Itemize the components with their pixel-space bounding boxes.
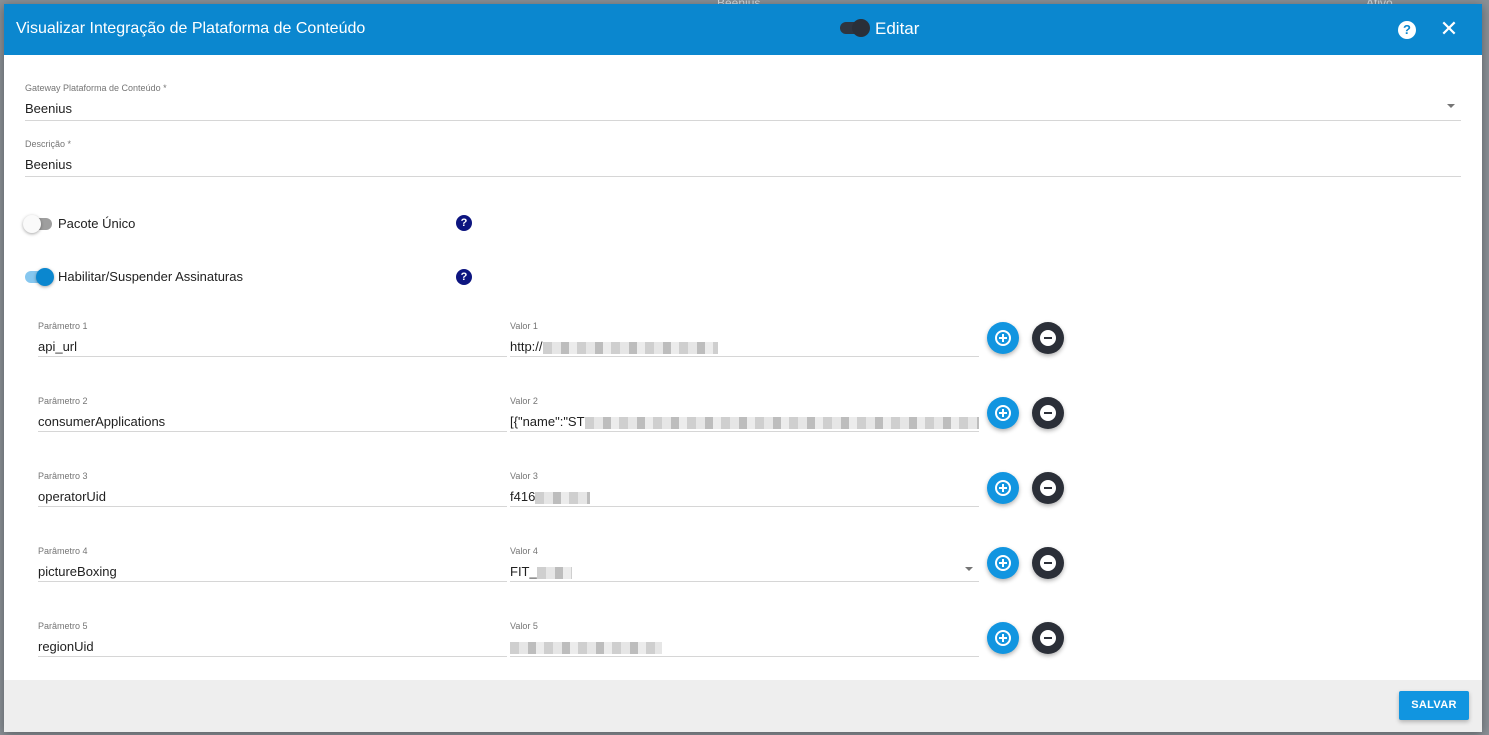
valor-2-field[interactable]: Valor 2 [{"name":"ST (510, 396, 979, 432)
habilitar-knob (36, 268, 54, 286)
add-row-4-button[interactable] (987, 547, 1019, 579)
close-icon[interactable]: ✕ (1438, 18, 1460, 40)
integration-dialog: Visualizar Integração de Plataforma de C… (4, 4, 1482, 732)
valor-3-underline (510, 506, 979, 507)
valor-3-field[interactable]: Valor 3 f416 (510, 471, 979, 507)
redacted-blur (536, 566, 572, 579)
gateway-underline (25, 120, 1461, 121)
parametro-3-value: operatorUid (38, 489, 106, 504)
descricao-label: Descrição * (25, 139, 72, 149)
parametro-2-underline (38, 431, 507, 432)
parametro-2-field[interactable]: Parâmetro 2 consumerApplications (38, 396, 507, 432)
question-circle-icon[interactable]: ? (1398, 21, 1416, 39)
valor-4-value: FIT_ (510, 564, 572, 579)
plus-circle-icon (995, 630, 1011, 646)
gateway-label: Gateway Plataforma de Conteúdo * (25, 83, 167, 93)
plus-circle-icon (995, 330, 1011, 346)
gateway-select[interactable]: Gateway Plataforma de Conteúdo * Beenius (25, 83, 1461, 121)
add-row-2-button[interactable] (987, 397, 1019, 429)
dialog-footer: SALVAR (4, 680, 1482, 732)
valor-5-underline (510, 656, 979, 657)
minus-circle-icon (1040, 330, 1056, 346)
parametro-5-label: Parâmetro 5 (38, 621, 88, 631)
remove-row-4-button[interactable] (1032, 547, 1064, 579)
valor-1-field[interactable]: Valor 1 http:// (510, 321, 979, 357)
redacted-blur (542, 341, 718, 354)
valor-4-underline (510, 581, 979, 582)
parametro-2-value: consumerApplications (38, 414, 166, 429)
edit-toggle-knob (852, 19, 870, 37)
parametro-3-field[interactable]: Parâmetro 3 operatorUid (38, 471, 507, 507)
parametro-5-value: regionUid (38, 639, 94, 654)
redacted-blur (584, 416, 979, 429)
descricao-underline (25, 176, 1461, 177)
add-row-3-button[interactable] (987, 472, 1019, 504)
plus-circle-icon (995, 405, 1011, 421)
valor-5-label: Valor 5 (510, 621, 538, 631)
edit-label: Editar (875, 19, 920, 38)
valor-5-field[interactable]: Valor 5 (510, 621, 979, 657)
remove-row-3-button[interactable] (1032, 472, 1064, 504)
valor-2-label: Valor 2 (510, 396, 538, 406)
redacted-blur (510, 641, 662, 654)
valor-4-label: Valor 4 (510, 546, 538, 556)
valor-1-underline (510, 356, 979, 357)
pacote-unico-switch[interactable] (23, 215, 52, 233)
add-row-5-button[interactable] (987, 622, 1019, 654)
dialog-header: Visualizar Integração de Plataforma de C… (4, 4, 1482, 55)
minus-circle-icon (1040, 555, 1056, 571)
valor-1-value: http:// (510, 339, 718, 354)
habilitar-switch[interactable] (25, 268, 54, 286)
parametro-1-field[interactable]: Parâmetro 1 api_url (38, 321, 507, 357)
valor-3-value: f416 (510, 489, 591, 504)
edit-toggle[interactable] (840, 19, 870, 37)
remove-row-1-button[interactable] (1032, 322, 1064, 354)
pacote-unico-help-icon[interactable]: ? (456, 215, 472, 231)
parametro-1-value: api_url (38, 339, 78, 354)
chevron-down-icon (965, 567, 973, 571)
pacote-unico-knob (23, 215, 41, 233)
plus-circle-icon (995, 480, 1011, 496)
parametro-4-value: pictureBoxing (38, 564, 117, 579)
valor-3-label: Valor 3 (510, 471, 538, 481)
pacote-unico-label: Pacote Único (58, 216, 136, 231)
remove-row-2-button[interactable] (1032, 397, 1064, 429)
gateway-value: Beenius (25, 101, 72, 116)
minus-circle-icon (1040, 405, 1056, 421)
remove-row-5-button[interactable] (1032, 622, 1064, 654)
descricao-field[interactable]: Descrição * Beenius (25, 139, 1461, 177)
parametro-2-label: Parâmetro 2 (38, 396, 88, 406)
parametro-4-label: Parâmetro 4 (38, 546, 88, 556)
redacted-blur (535, 491, 591, 504)
parametro-3-label: Parâmetro 3 (38, 471, 88, 481)
save-button[interactable]: SALVAR (1399, 691, 1469, 720)
parametro-3-underline (38, 506, 507, 507)
parametro-4-underline (38, 581, 507, 582)
parametro-5-field[interactable]: Parâmetro 5 regionUid (38, 621, 507, 657)
minus-circle-icon (1040, 480, 1056, 496)
valor-2-underline (510, 431, 979, 432)
habilitar-help-icon[interactable]: ? (456, 269, 472, 285)
add-row-1-button[interactable] (987, 322, 1019, 354)
valor-2-value: [{"name":"ST (510, 414, 979, 429)
parametro-5-underline (38, 656, 507, 657)
parametro-4-field[interactable]: Parâmetro 4 pictureBoxing (38, 546, 507, 582)
valor-5-value (510, 639, 662, 654)
minus-circle-icon (1040, 630, 1056, 646)
parametro-1-underline (38, 356, 507, 357)
chevron-down-icon (1447, 104, 1455, 108)
valor-4-select[interactable]: Valor 4 FIT_ (510, 546, 979, 582)
parametro-1-label: Parâmetro 1 (38, 321, 88, 331)
plus-circle-icon (995, 555, 1011, 571)
descricao-value: Beenius (25, 157, 72, 172)
dialog-title: Visualizar Integração de Plataforma de C… (16, 20, 366, 37)
valor-1-label: Valor 1 (510, 321, 538, 331)
habilitar-label: Habilitar/Suspender Assinaturas (58, 269, 243, 284)
